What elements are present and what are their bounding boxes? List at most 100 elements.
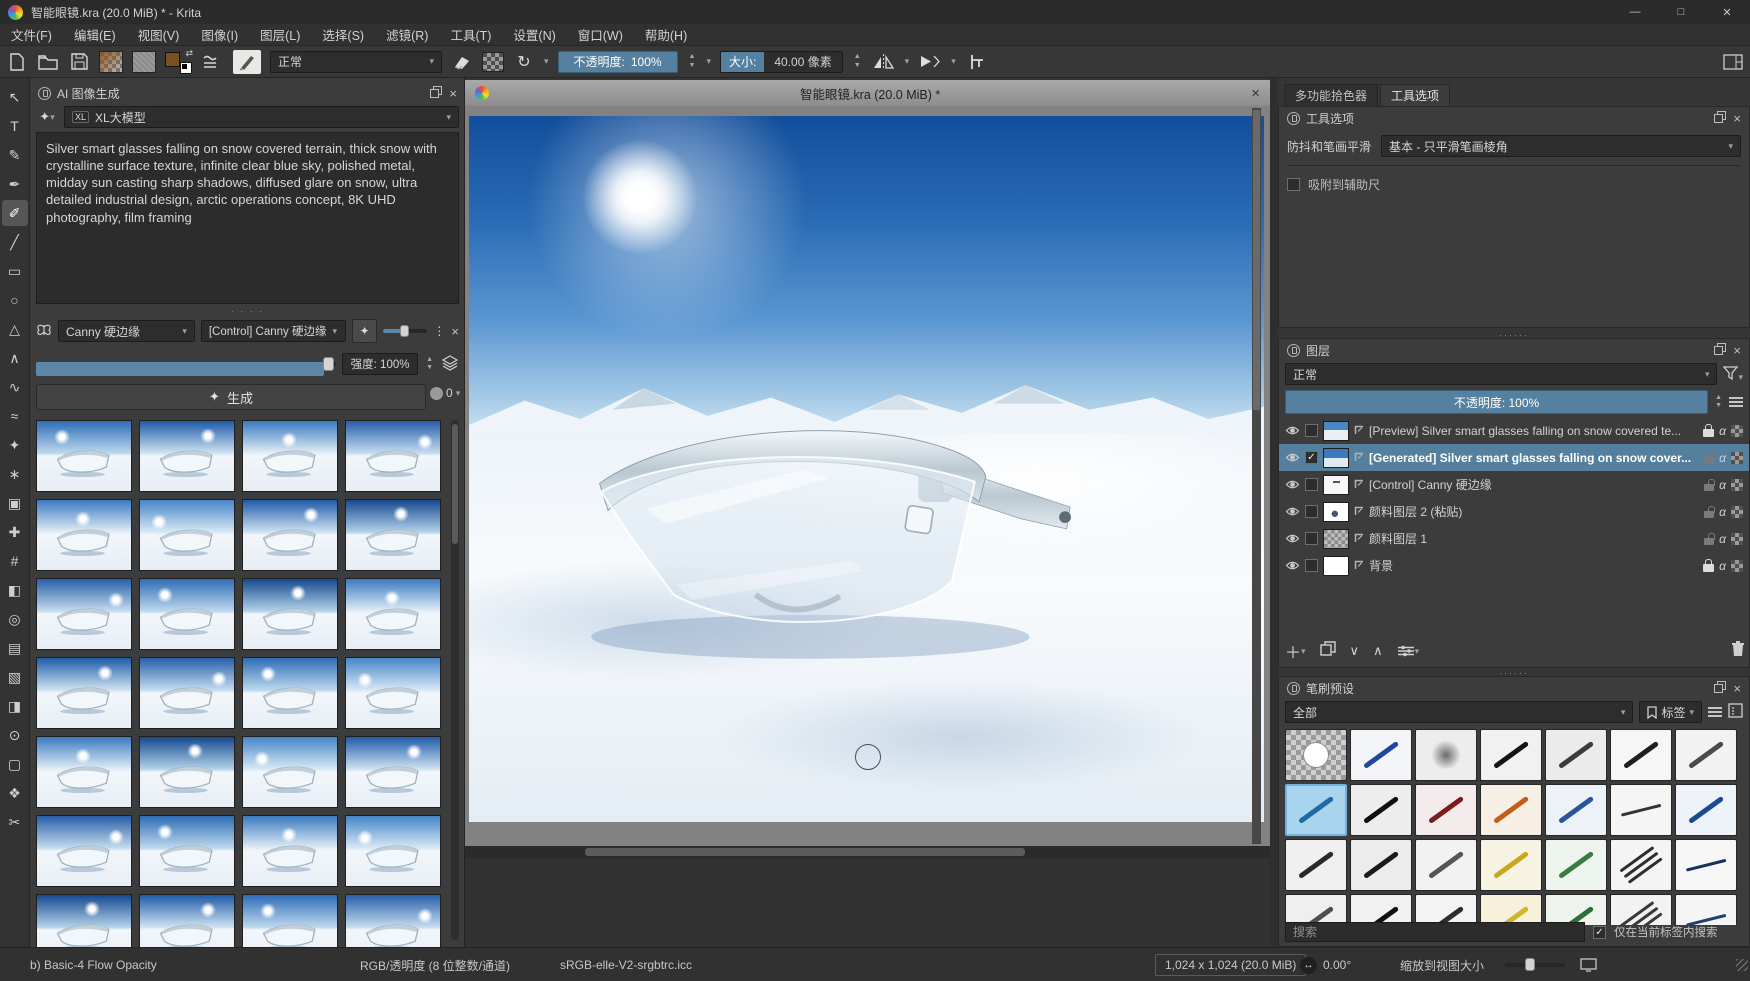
transform-tool[interactable]: ▣ (2, 490, 28, 516)
edit-brush-settings-button[interactable] (233, 50, 261, 74)
select-shapes-tool[interactable]: ↖ (2, 84, 28, 110)
strength-value[interactable]: 强度: 100% (342, 353, 418, 375)
generated-thumbnail[interactable] (242, 420, 338, 492)
control-layer-dropdown[interactable]: [Control] Canny 硬边缘▾ (201, 320, 346, 342)
brush-preset-tile[interactable] (1610, 729, 1672, 781)
docker-lock-icon[interactable] (38, 87, 51, 100)
foreground-background-colors[interactable]: ⇄ (165, 50, 193, 74)
gradient-swatch[interactable] (99, 51, 123, 73)
preset-filter-dropdown[interactable]: 全部▾ (1285, 701, 1633, 723)
preset-search-input[interactable] (1285, 922, 1585, 942)
mirror-vertical-button[interactable] (918, 50, 942, 74)
float-docker-icon[interactable] (1714, 346, 1723, 355)
layer-select-checkbox[interactable]: ✓ (1305, 505, 1318, 518)
lock-closed-icon[interactable] (1703, 429, 1714, 437)
brush-preset-tile[interactable] (1350, 894, 1412, 925)
resize-grip[interactable] (1736, 959, 1748, 971)
menu-item[interactable]: 滤镜(R) (375, 24, 439, 45)
layer-row[interactable]: ✓ 颜料图层 1 α (1279, 525, 1749, 552)
reload-preset-button[interactable]: ↻ (513, 50, 535, 74)
alpha-icon[interactable]: α (1719, 478, 1726, 492)
blending-mode-dropdown[interactable]: 正常▾ (270, 51, 442, 73)
brush-preset-tile[interactable] (1350, 784, 1412, 836)
thumbnails-scrollbar[interactable] (451, 420, 459, 940)
menu-item[interactable]: 编辑(E) (63, 24, 127, 45)
size-slider[interactable]: 大小: 40.00 像素 (720, 51, 843, 73)
duplicate-layer-button[interactable] (1320, 641, 1336, 661)
layer-blending-dropdown[interactable]: 正常▾ (1285, 363, 1717, 385)
close-button[interactable]: ✕ (1704, 0, 1750, 24)
alpha-lock-checker-icon[interactable] (1731, 506, 1743, 518)
brush-preset-tile[interactable] (1675, 784, 1737, 836)
queue-indicator[interactable]: 0▾ (430, 386, 464, 400)
wrap-around-mode-button[interactable] (965, 50, 987, 74)
stabilizer-dropdown[interactable]: 基本 - 只平滑笔画棱角▾ (1381, 135, 1741, 157)
control-type-dropdown[interactable]: Canny 硬边缘▾ (58, 320, 195, 342)
control-mini-slider[interactable] (383, 329, 427, 333)
menu-item[interactable]: 选择(S) (311, 24, 375, 45)
alpha-icon[interactable]: α (1719, 451, 1726, 465)
polygon-tool[interactable]: △ (2, 316, 28, 342)
alpha-icon[interactable]: α (1719, 532, 1726, 546)
alpha-lock-checker-icon[interactable] (1731, 452, 1743, 464)
strength-slider[interactable] (36, 357, 336, 371)
generated-thumbnail[interactable] (139, 894, 235, 947)
lock-open-icon[interactable] (1704, 457, 1714, 464)
docker-lock-icon[interactable] (1287, 344, 1300, 357)
move-tool[interactable]: ✚ (2, 519, 28, 545)
menu-item[interactable]: 帮助(H) (634, 24, 698, 45)
menu-item[interactable]: 窗口(W) (567, 24, 634, 45)
minimize-button[interactable]: — (1612, 0, 1658, 24)
brush-preset-tile[interactable] (1480, 729, 1542, 781)
brush-preset-tile[interactable] (1415, 894, 1477, 925)
generated-thumbnail[interactable] (242, 815, 338, 887)
brush-preset-tile[interactable] (1415, 729, 1477, 781)
style-preset-button[interactable]: ✦▾ (36, 105, 58, 129)
workspace-chooser-button[interactable] (1722, 50, 1744, 74)
lock-open-icon[interactable] (1704, 484, 1714, 491)
layer-row[interactable]: ✓ [Control] Canny 硬边缘 α (1279, 471, 1749, 498)
lock-closed-icon[interactable] (1703, 564, 1714, 572)
layer-opacity-spinner[interactable]: ▲▼ (1713, 394, 1724, 410)
move-layer-up-button[interactable]: ∧ (1373, 643, 1383, 659)
generate-button[interactable]: ✦生成 (36, 384, 426, 410)
generated-thumbnail[interactable] (242, 657, 338, 729)
alpha-icon[interactable]: α (1719, 424, 1726, 438)
layer-visibility-icon[interactable] (1285, 478, 1300, 491)
generated-thumbnail[interactable] (36, 657, 132, 729)
menu-item[interactable]: 图层(L) (249, 24, 311, 45)
generated-thumbnail[interactable] (345, 578, 441, 650)
list-view-icon[interactable] (1708, 707, 1722, 717)
close-document-icon[interactable]: × (1251, 86, 1260, 101)
canvas-horizontal-scrollbar[interactable] (465, 846, 1270, 858)
opacity-caret-icon[interactable]: ▾ (706, 57, 711, 66)
generated-thumbnail[interactable] (36, 815, 132, 887)
remove-control-icon[interactable]: × (451, 325, 459, 338)
opacity-slider[interactable]: 不透明度:100% (558, 51, 678, 73)
text-tool[interactable]: T (2, 113, 28, 139)
layer-select-checkbox[interactable]: ✓ (1305, 451, 1318, 464)
generated-thumbnail[interactable] (139, 736, 235, 808)
rotation-icon[interactable]: ↔ (1300, 957, 1317, 974)
generated-thumbnail[interactable] (139, 499, 235, 571)
brush-preset-tile[interactable] (1545, 784, 1607, 836)
calligraphy-tool[interactable]: ✒ (2, 171, 28, 197)
generated-thumbnail[interactable] (139, 657, 235, 729)
mirror-horizontal-caret-icon[interactable]: ▾ (905, 57, 910, 66)
swap-colors-icon[interactable]: ⇄ (185, 48, 193, 59)
zoom-fit-button[interactable]: 缩放到视图大小 (1400, 948, 1484, 981)
brush-preset-tile[interactable] (1350, 729, 1412, 781)
brush-preset-tile[interactable] (1610, 839, 1672, 891)
generated-thumbnail[interactable] (36, 420, 132, 492)
freehand-path-tool[interactable]: ≈ (2, 403, 28, 429)
brush-preset-tile[interactable] (1545, 729, 1607, 781)
generated-thumbnail[interactable] (139, 815, 235, 887)
brush-preset-tile[interactable] (1415, 839, 1477, 891)
tab-tool-options[interactable]: 工具选项 (1380, 84, 1450, 106)
ellipse-tool[interactable]: ○ (2, 287, 28, 313)
add-layer-button[interactable]: ＋▾ (1285, 639, 1306, 663)
menu-item[interactable]: 文件(F) (0, 24, 63, 45)
generated-thumbnail[interactable] (36, 894, 132, 947)
size-spinner[interactable]: ▲▼ (852, 53, 863, 69)
generated-thumbnail[interactable] (345, 815, 441, 887)
